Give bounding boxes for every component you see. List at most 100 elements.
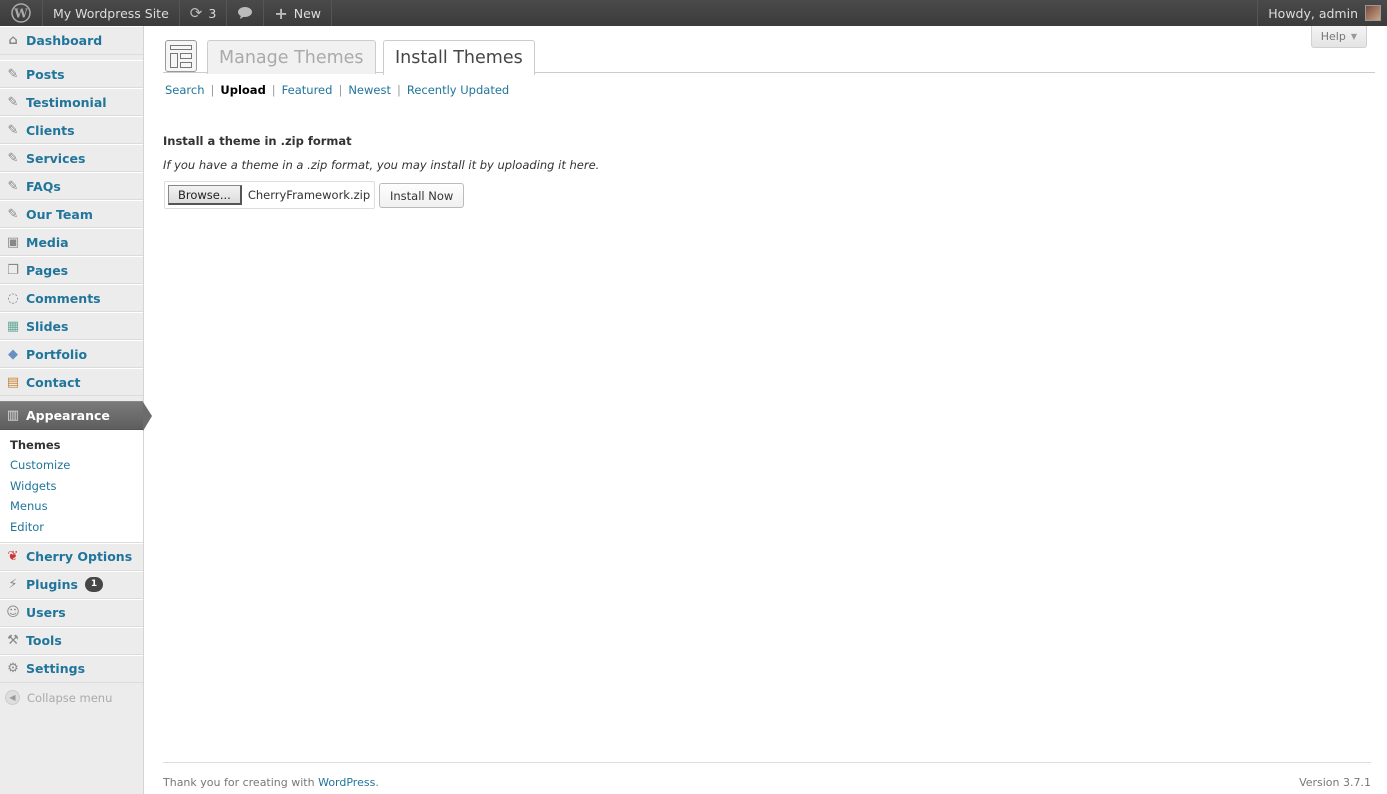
menu-label: Dashboard	[26, 33, 103, 48]
menu-slides[interactable]: ▦ Slides	[0, 312, 143, 340]
wordpress-logo-icon[interactable]: W	[0, 0, 43, 26]
tools-icon: ⚒	[7, 633, 19, 649]
cherry-icon: ❦	[7, 549, 19, 565]
menu-label: FAQs	[26, 178, 61, 194]
subnav-newest[interactable]: Newest	[348, 83, 391, 97]
my-account-link[interactable]: Howdy, admin	[1257, 0, 1387, 26]
howdy-text: Howdy, admin	[1268, 5, 1358, 21]
menu-label: Slides	[26, 318, 69, 334]
menu-label: Tools	[26, 633, 62, 649]
submenu-customize[interactable]: Customize	[0, 455, 143, 475]
menu-faqs[interactable]: ✎ FAQs	[0, 172, 143, 200]
browse-button[interactable]: Browse...	[168, 185, 242, 205]
settings-icon: ⚙	[7, 661, 19, 677]
collapse-arrow-icon: ◀	[5, 690, 20, 706]
comments-link[interactable]	[227, 0, 265, 26]
menu-appearance[interactable]: ▥ Appearance	[0, 401, 152, 431]
pin-icon: ✎	[7, 150, 19, 166]
collapse-label: Collapse menu	[27, 690, 113, 705]
menu-label: Posts	[26, 66, 65, 82]
updates-count: 3	[208, 5, 217, 21]
menu-posts[interactable]: ✎ Posts	[0, 60, 143, 88]
subnav-recently-updated[interactable]: Recently Updated	[407, 83, 509, 97]
subnav-search[interactable]: Search	[165, 83, 205, 97]
new-label: New	[293, 5, 321, 21]
menu-label: Media	[26, 234, 69, 250]
wordpress-link[interactable]: WordPress	[318, 776, 375, 789]
plus-icon: +	[274, 3, 288, 23]
menu-label: Services	[26, 150, 86, 166]
menu-label: Comments	[26, 290, 101, 306]
contact-icon: ▤	[6, 374, 20, 390]
footer: Thank you for creating with WordPress. V…	[163, 762, 1371, 789]
menu-label: Users	[26, 605, 66, 621]
themes-page-icon	[165, 40, 197, 72]
pages-icon: ❐	[7, 262, 19, 278]
pin-icon: ✎	[7, 206, 19, 222]
menu-label: Contact	[26, 374, 81, 390]
collapse-menu-button[interactable]: ◀ Collapse menu	[0, 683, 143, 713]
menu-portfolio[interactable]: ◆ Portfolio	[0, 340, 143, 368]
menu-clients[interactable]: ✎ Clients	[0, 116, 143, 144]
portfolio-icon: ◆	[8, 346, 18, 362]
menu-label: Pages	[26, 262, 69, 278]
plugins-update-badge: 1	[84, 577, 104, 593]
pin-icon: ✎	[7, 178, 19, 194]
plugins-icon: ⚡	[8, 577, 18, 593]
users-icon: ☺	[6, 605, 20, 621]
menu-comments[interactable]: ◌ Comments	[0, 284, 143, 312]
dashboard-icon: ⌂	[8, 33, 18, 48]
svg-text:W: W	[13, 7, 28, 21]
tab-install-themes[interactable]: Install Themes	[383, 40, 535, 75]
pin-icon: ✎	[7, 94, 19, 110]
comment-bubble-icon	[238, 7, 253, 19]
admin-menu: ⌂ Dashboard ✎ Posts ✎ Testimonial ✎ Clients …	[0, 26, 152, 794]
install-now-button[interactable]: Install Now	[379, 183, 465, 208]
appearance-icon: ▥	[6, 408, 20, 423]
admin-bar: W My Wordpress Site ⟳ 3 + New Howdy, adm…	[0, 0, 1387, 26]
menu-plugins[interactable]: ⚡ Plugins 1	[0, 570, 143, 599]
updates-link[interactable]: ⟳ 3	[180, 0, 228, 26]
menu-label: Our Team	[26, 206, 93, 222]
pin-icon: ✎	[7, 122, 19, 138]
menu-dashboard[interactable]: ⌂ Dashboard	[0, 26, 143, 55]
menu-testimonial[interactable]: ✎ Testimonial	[0, 88, 143, 116]
menu-label: Testimonial	[26, 94, 107, 110]
slides-icon: ▦	[6, 318, 20, 334]
submenu-editor[interactable]: Editor	[0, 517, 143, 537]
menu-contact[interactable]: ▤ Contact	[0, 368, 143, 396]
menu-label: Portfolio	[26, 346, 88, 362]
new-content-link[interactable]: + New	[264, 0, 332, 26]
footer-thanks: Thank you for creating with WordPress.	[163, 776, 379, 789]
submenu-widgets[interactable]: Widgets	[0, 476, 143, 496]
submenu-themes[interactable]: Themes	[0, 435, 143, 455]
menu-users[interactable]: ☺ Users	[0, 598, 143, 627]
upload-description: If you have a theme in a .zip format, yo…	[163, 158, 600, 172]
menu-tools[interactable]: ⚒ Tools	[0, 626, 143, 655]
menu-label: Cherry Options	[26, 549, 133, 565]
menu-our-team[interactable]: ✎ Our Team	[0, 200, 143, 228]
theme-zip-file-input[interactable]: Browse... CherryFramework.zip	[164, 181, 375, 209]
subnav-upload[interactable]: Upload	[220, 83, 265, 97]
pin-icon: ✎	[7, 66, 19, 82]
menu-services[interactable]: ✎ Services	[0, 144, 143, 172]
media-icon: ▣	[6, 234, 20, 250]
nav-tabs: Manage Themes Install Themes	[163, 38, 1375, 75]
install-subnav: Search | Upload | Featured | Newest | Recent…	[165, 83, 510, 97]
tab-manage-themes[interactable]: Manage Themes	[207, 40, 376, 74]
main-content: Help ▼ Manage Themes Install Themes Sear…	[163, 26, 1375, 794]
footer-version: Version 3.7.1	[1299, 776, 1371, 789]
submenu-menus[interactable]: Menus	[0, 496, 143, 516]
menu-settings[interactable]: ⚙ Settings	[0, 654, 143, 683]
menu-media[interactable]: ▣ Media	[0, 228, 143, 256]
site-name-link[interactable]: My Wordpress Site	[43, 0, 180, 26]
menu-cherry-options[interactable]: ❦ Cherry Options	[0, 542, 143, 571]
comments-icon: ◌	[7, 290, 19, 306]
upload-heading: Install a theme in .zip format	[163, 134, 352, 148]
updates-icon: ⟳	[189, 4, 203, 22]
menu-label: Plugins	[26, 577, 78, 593]
menu-pages[interactable]: ❐ Pages	[0, 256, 143, 284]
selected-file-name: CherryFramework.zip	[247, 188, 371, 202]
appearance-submenu: Themes Customize Widgets Menus Editor	[0, 430, 143, 543]
subnav-featured[interactable]: Featured	[282, 83, 333, 97]
